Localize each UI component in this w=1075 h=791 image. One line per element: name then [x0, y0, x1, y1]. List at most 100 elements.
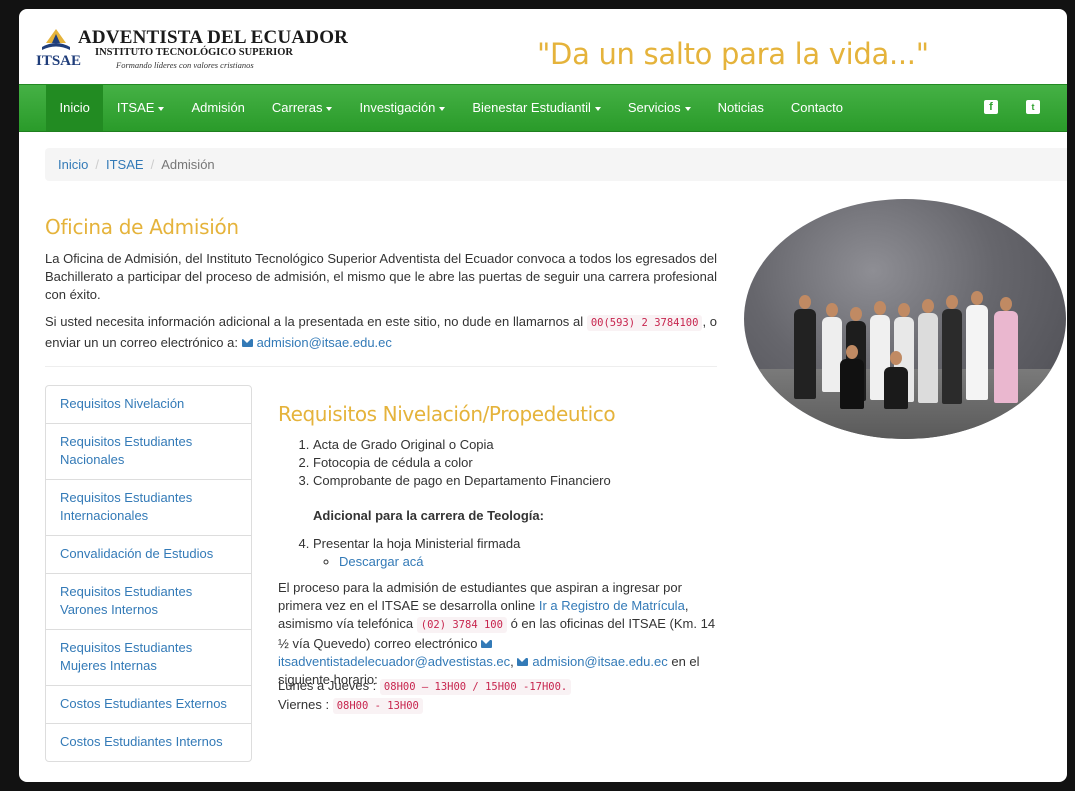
main-navbar: Inicio ITSAE Admisión Carreras Investiga…: [19, 84, 1067, 132]
caret-down-icon: [439, 106, 446, 111]
photo-head: [874, 301, 886, 315]
requirements-title: Requisitos Nivelación/Propedeutico: [278, 402, 616, 426]
slogan: "Da un salto para la vida...": [537, 37, 929, 71]
list-item: Presentar la hoja Ministerial firmada De…: [313, 535, 723, 571]
logo-abbr: ITSAE: [36, 53, 82, 69]
photo-person: [840, 359, 864, 409]
photo-head: [922, 299, 934, 313]
nav-label: Inicio: [59, 100, 90, 115]
nav-label: ITSAE: [116, 100, 155, 115]
nav-label: Investigación: [359, 100, 436, 115]
photo-head: [946, 295, 958, 309]
photo-person: [918, 313, 938, 403]
contact-text: Si usted necesita información adicional …: [45, 314, 584, 329]
photo-head: [826, 303, 838, 317]
nav-label: Contacto: [790, 100, 843, 115]
sidebar-item-varones-internos[interactable]: Requisitos Estudiantes Varones Internos: [46, 574, 251, 630]
sidebar-item-costos-externos[interactable]: Costos Estudiantes Externos: [46, 686, 251, 724]
caret-down-icon: [594, 106, 601, 111]
breadcrumb-separator: /: [95, 157, 99, 172]
nav-item-bienestar[interactable]: Bienestar Estudiantil: [459, 85, 615, 131]
process-text: El proceso para la admisión de estudiant…: [278, 580, 716, 688]
theology-heading: Adicional para la carrera de Teología:: [313, 508, 544, 523]
nav-label: Servicios: [627, 100, 681, 115]
sidebar-item-requisitos-nacionales[interactable]: Requisitos Estudiantes Nacionales: [46, 424, 251, 480]
sidebar-item-mujeres-internas[interactable]: Requisitos Estudiantes Mujeres Internas: [46, 630, 251, 686]
logo-subtitle: INSTITUTO TECNOLÓGICO SUPERIOR: [95, 47, 293, 58]
schedule-days: Lunes a Jueves :: [278, 678, 377, 693]
photo-person: [942, 309, 962, 404]
nav-item-inicio[interactable]: Inicio: [46, 85, 104, 131]
photo-head: [846, 345, 858, 359]
contact-info: Si usted necesita información adicional …: [45, 312, 717, 352]
photo-head: [850, 307, 862, 321]
page: ADVENTISTA DEL ECUADOR INSTITUTO TECNOLÓ…: [19, 9, 1067, 782]
admission-email-link[interactable]: admision@itsae.edu.ec: [241, 335, 392, 350]
requirements-list: Acta de Grado Original o Copia Fotocopia…: [278, 436, 723, 490]
nav-list: Inicio ITSAE Admisión Carreras Investiga…: [46, 85, 856, 131]
students-photo: [744, 199, 1066, 439]
page-title: Oficina de Admisión: [45, 215, 239, 239]
schedule-hours: 08H00 - 13H00: [332, 698, 423, 714]
photo-head: [890, 351, 902, 365]
list-item: Descargar acá: [339, 553, 723, 571]
process-phone: (02) 3784 100: [416, 617, 507, 634]
nav-label: Admisión: [191, 100, 245, 115]
list-item: Comprobante de pago en Departamento Fina…: [313, 472, 723, 490]
nav-item-investigacion[interactable]: Investigación: [346, 85, 459, 131]
logo-title: ADVENTISTA DEL ECUADOR: [78, 27, 349, 48]
photo-person: [966, 305, 988, 400]
registration-link[interactable]: Ir a Registro de Matrícula: [539, 598, 685, 613]
photo-head: [971, 291, 983, 305]
schedule-hours: 08H00 – 13H00 / 15H00 -17H00.: [379, 679, 572, 695]
schedule-days: Viernes :: [278, 697, 330, 712]
nav-label: Bienestar Estudiantil: [472, 100, 591, 115]
schedule-friday: Viernes : 08H00 - 13H00: [278, 697, 423, 714]
email-text: admision@itsae.edu.ec: [532, 653, 668, 669]
requirements-sidebar: Requisitos Nivelación Requisitos Estudia…: [45, 385, 252, 762]
nav-item-noticias[interactable]: Noticias: [704, 85, 777, 131]
photo-head: [898, 303, 910, 317]
nav-item-servicios[interactable]: Servicios: [614, 85, 704, 131]
photo-person: [994, 311, 1018, 403]
twitter-icon[interactable]: t: [1026, 100, 1040, 114]
download-link[interactable]: Descargar acá: [339, 554, 424, 569]
sidebar-item-costos-internos[interactable]: Costos Estudiantes Internos: [46, 724, 251, 761]
photo-head: [1000, 297, 1012, 311]
sidebar-item-requisitos-internacionales[interactable]: Requisitos Estudiantes Internacionales: [46, 480, 251, 536]
caret-down-icon: [684, 106, 691, 111]
schedule-weekdays: Lunes a Jueves : 08H00 – 13H00 / 15H00 -…: [278, 678, 572, 695]
theology-list: Presentar la hoja Ministerial firmada De…: [278, 535, 723, 571]
envelope-icon: [481, 639, 493, 648]
nav-item-carreras[interactable]: Carreras: [258, 85, 346, 131]
breadcrumb-inicio[interactable]: Inicio: [58, 157, 88, 172]
logo-emblem-icon: [42, 29, 70, 50]
admission-email-link-2[interactable]: admision@itsae.edu.ec: [517, 653, 668, 669]
phone-number: 00(593) 2 3784100: [586, 315, 703, 331]
caret-down-icon: [158, 106, 165, 111]
caret-down-icon: [326, 106, 333, 111]
photo-person: [822, 317, 842, 392]
facebook-icon[interactable]: f: [984, 100, 998, 114]
breadcrumb-separator: /: [150, 157, 155, 172]
nav-label: Noticias: [717, 100, 764, 115]
photo-person: [884, 367, 908, 409]
sidebar-item-requisitos-nivelacion[interactable]: Requisitos Nivelación: [46, 386, 251, 424]
nav-item-admision[interactable]: Admisión: [178, 85, 258, 131]
site-logo[interactable]: ADVENTISTA DEL ECUADOR INSTITUTO TECNOLÓ…: [36, 23, 348, 71]
email-text: itsadventistadelecuador@advestistas.ec: [278, 653, 511, 669]
photo-head: [799, 295, 811, 309]
intro-text: La Oficina de Admisión, del Instituto Te…: [45, 251, 717, 302]
download-sublist: Descargar acá: [313, 553, 723, 571]
logo-tagline: Formando líderes con valores cristianos: [116, 60, 254, 70]
nav-item-contacto[interactable]: Contacto: [777, 85, 856, 131]
sidebar-item-convalidacion[interactable]: Convalidación de Estudios: [46, 536, 251, 574]
divider: [45, 366, 717, 367]
breadcrumb: Inicio / ITSAE / Admisión: [45, 148, 1067, 181]
photo-person: [794, 309, 816, 399]
email-text: admision@itsae.edu.ec: [256, 335, 392, 350]
list-item-text: Presentar la hoja Ministerial firmada: [313, 536, 521, 551]
envelope-icon: [241, 339, 253, 347]
breadcrumb-itsae[interactable]: ITSAE: [106, 157, 144, 172]
nav-item-itsae[interactable]: ITSAE: [103, 85, 178, 131]
